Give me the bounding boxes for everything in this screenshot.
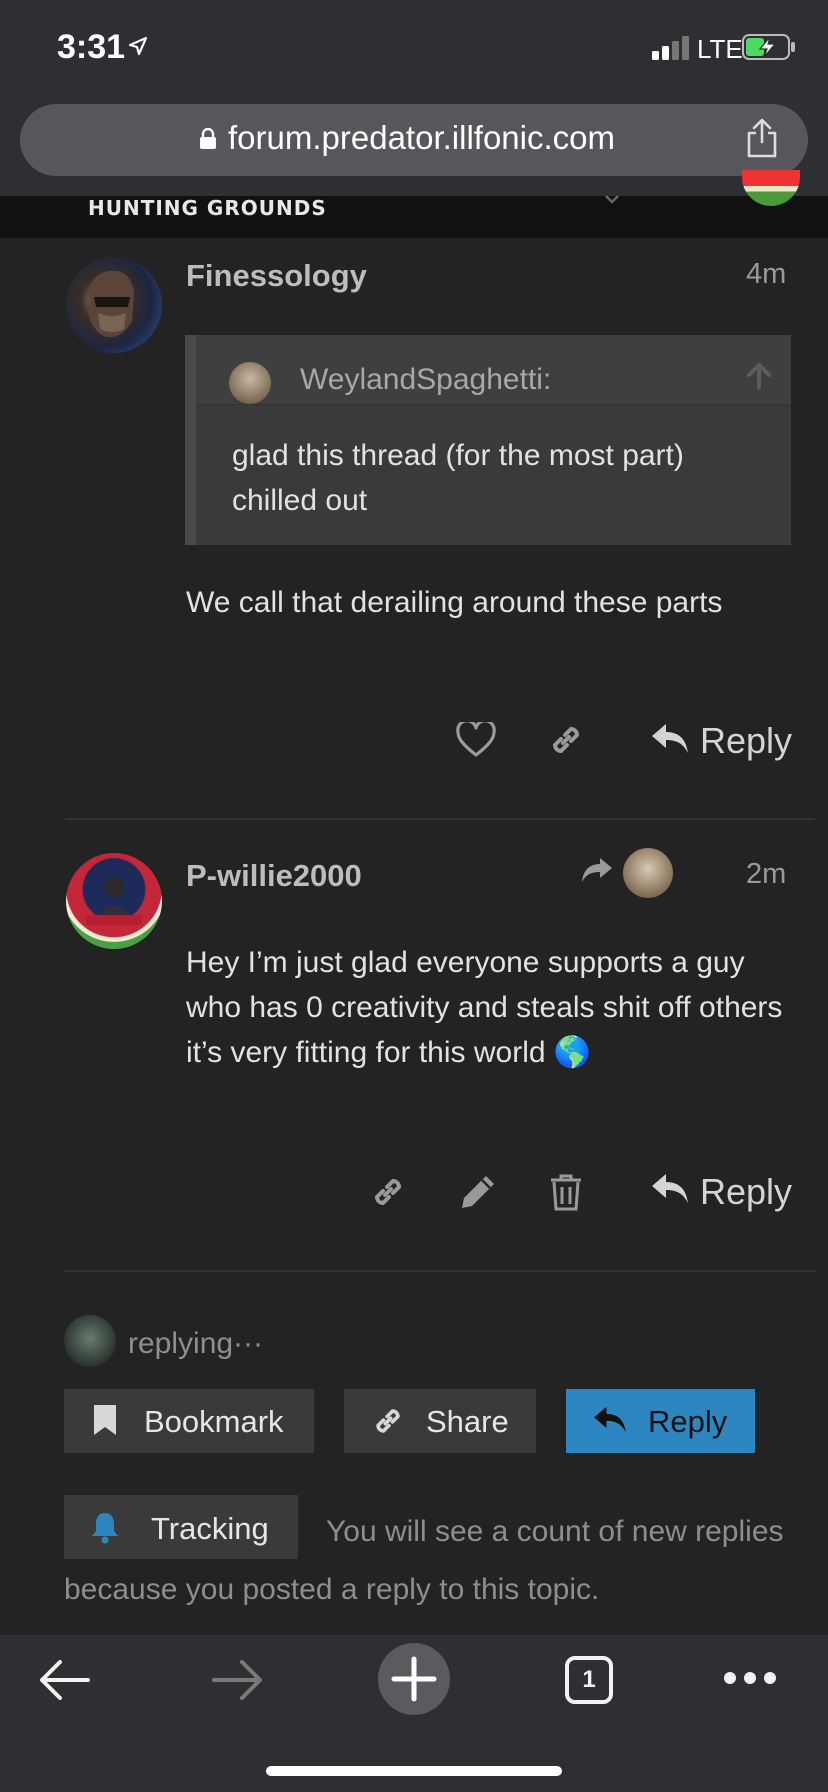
quote-text: glad this thread (for the most part) chi… <box>232 439 684 517</box>
reply-icon[interactable] <box>650 1172 690 1211</box>
quote-header: WeylandSpaghetti: <box>196 335 791 405</box>
location-arrow-icon <box>128 36 148 61</box>
more-menu-icon[interactable] <box>722 1670 778 1691</box>
back-arrow-icon[interactable] <box>38 1660 90 1705</box>
reply-icon[interactable] <box>650 722 690 761</box>
arrow-up-icon[interactable] <box>744 361 774 396</box>
bookmark-button[interactable]: Bookmark <box>64 1389 314 1453</box>
trash-icon[interactable] <box>548 1172 584 1217</box>
link-icon <box>370 1403 406 1447</box>
heart-icon[interactable] <box>456 719 496 763</box>
cellular-signal-icon <box>652 36 690 65</box>
status-time: 3:31 <box>57 28 126 66</box>
url-text[interactable]: forum.predator.illfonic.com <box>228 119 615 157</box>
avatar[interactable] <box>66 853 162 949</box>
replying-indicator: replying··· <box>128 1327 264 1360</box>
lock-icon <box>199 127 217 155</box>
avatar <box>229 362 271 404</box>
link-icon[interactable] <box>546 720 586 765</box>
avatar[interactable] <box>66 257 162 353</box>
reply-button[interactable]: Reply <box>700 1171 792 1213</box>
share-label: Share <box>426 1404 509 1439</box>
pencil-icon[interactable] <box>458 1172 498 1217</box>
topic-reply-label: Reply <box>648 1404 728 1439</box>
site-logo[interactable]: HUNTING GROUNDS <box>88 196 327 220</box>
avatar <box>64 1315 116 1367</box>
network-type: LTE <box>697 34 743 64</box>
reply-to-avatar[interactable] <box>623 848 673 898</box>
post-divider <box>65 818 815 820</box>
tab-count: 1 <box>582 1666 596 1693</box>
share-icon[interactable] <box>745 118 779 163</box>
post-body: We call that derailing around these part… <box>186 586 723 619</box>
home-indicator <box>266 1766 562 1776</box>
forward-arrow-icon[interactable] <box>212 1660 264 1705</box>
post-date[interactable]: 4m <box>746 258 786 291</box>
share-button[interactable]: Share <box>344 1389 536 1453</box>
post-author[interactable]: P-willie2000 <box>186 858 362 894</box>
post-date[interactable]: 2m <box>746 858 786 891</box>
new-tab-plus-icon[interactable] <box>378 1643 450 1720</box>
chevron-down-icon[interactable] <box>604 192 620 210</box>
quote-block: WeylandSpaghetti: glad this thread (for … <box>185 335 791 545</box>
topic-reply-button[interactable]: Reply <box>566 1389 755 1453</box>
reply-to-arrow-icon <box>580 856 614 891</box>
post-body: Hey I’m just glad everyone supports a gu… <box>186 946 783 1069</box>
post-author[interactable]: Finessology <box>186 258 367 294</box>
bookmark-icon <box>92 1403 118 1445</box>
notification-description: You will see a count of new replies beca… <box>64 1515 784 1606</box>
post-divider <box>65 1270 815 1272</box>
quote-author: WeylandSpaghetti: <box>300 363 552 396</box>
link-icon[interactable] <box>368 1172 408 1217</box>
battery-charging-icon <box>742 34 796 65</box>
reply-button[interactable]: Reply <box>700 720 792 762</box>
bookmark-label: Bookmark <box>144 1404 284 1439</box>
reply-icon <box>592 1405 628 1443</box>
